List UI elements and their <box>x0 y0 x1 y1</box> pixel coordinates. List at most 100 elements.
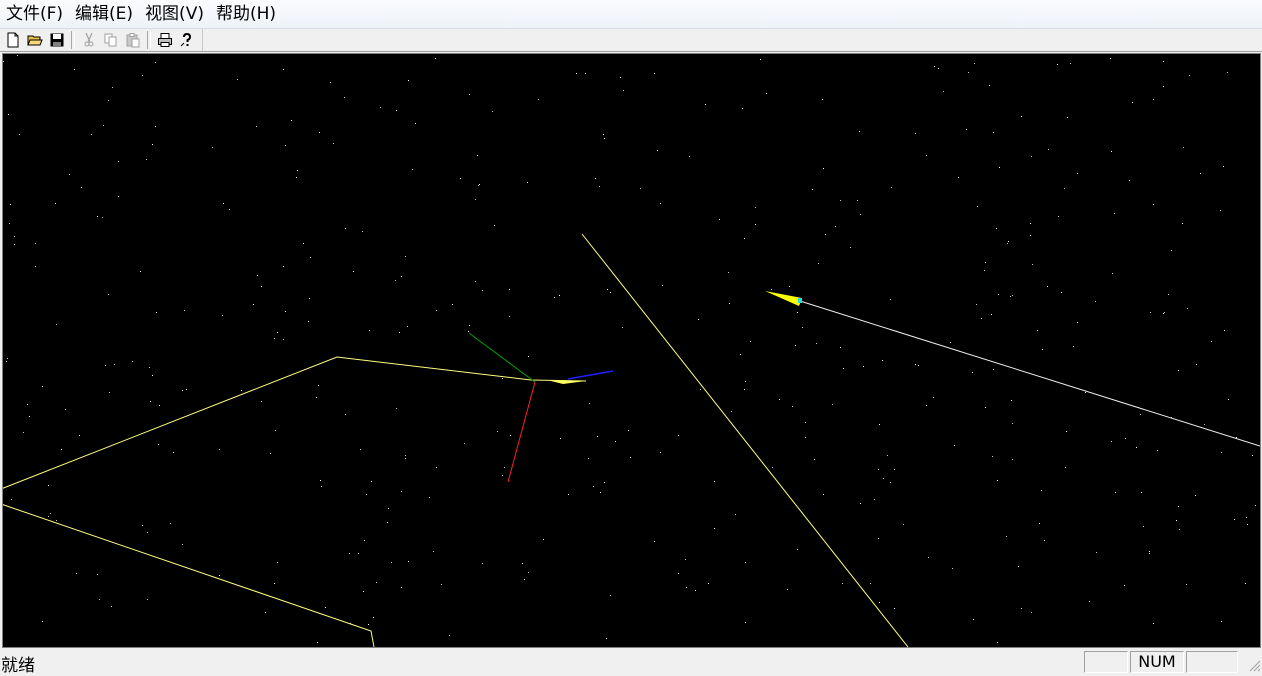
3d-viewport[interactable] <box>2 53 1261 648</box>
star <box>155 126 156 127</box>
star <box>1041 490 1042 491</box>
star <box>606 638 607 639</box>
menu-edit[interactable]: 编辑(E) <box>69 0 139 28</box>
save-icon <box>50 33 64 47</box>
status-pane-scroll <box>1186 651 1238 673</box>
star <box>883 478 884 479</box>
menu-help[interactable]: 帮助(H) <box>210 0 282 28</box>
star <box>349 553 350 554</box>
star <box>494 225 495 226</box>
star <box>604 482 605 483</box>
star <box>554 297 555 298</box>
menu-view[interactable]: 视图(V) <box>139 0 210 28</box>
star <box>10 204 11 205</box>
print-button[interactable] <box>154 29 176 51</box>
star <box>1124 585 1125 586</box>
star <box>1012 295 1013 296</box>
star <box>698 319 699 320</box>
star <box>182 390 183 391</box>
star <box>408 561 409 562</box>
star <box>843 368 844 369</box>
star <box>401 276 402 277</box>
star <box>731 411 732 412</box>
star <box>345 414 346 415</box>
star <box>850 247 851 248</box>
star <box>662 285 663 286</box>
star <box>779 399 780 400</box>
star <box>1187 308 1188 309</box>
star <box>991 314 992 315</box>
star <box>999 167 1000 168</box>
star <box>760 59 761 60</box>
star <box>222 315 223 316</box>
star <box>1030 235 1031 236</box>
star <box>132 361 133 362</box>
star <box>993 369 994 370</box>
star <box>502 378 503 379</box>
star <box>528 356 529 357</box>
star <box>48 516 49 517</box>
star <box>283 69 284 70</box>
star <box>1042 349 1043 350</box>
star <box>142 525 143 526</box>
star <box>805 422 806 423</box>
star <box>654 73 655 74</box>
star <box>840 347 841 348</box>
star <box>832 404 833 405</box>
star <box>152 375 153 376</box>
star <box>435 58 436 59</box>
star <box>253 304 254 305</box>
star <box>482 563 483 564</box>
paste-button[interactable] <box>122 29 144 51</box>
star <box>695 590 696 591</box>
star <box>405 458 406 459</box>
scene-canvas[interactable] <box>3 54 1260 647</box>
new-file-button[interactable] <box>2 29 24 51</box>
star <box>950 342 951 343</box>
help-icon <box>180 32 192 47</box>
star <box>1186 584 1187 585</box>
help-button[interactable] <box>176 29 198 51</box>
star <box>1178 370 1179 371</box>
star <box>604 138 605 139</box>
star <box>728 272 729 273</box>
open-button[interactable] <box>24 29 46 51</box>
star <box>1153 623 1154 624</box>
star <box>256 126 257 127</box>
star <box>1030 223 1031 224</box>
star <box>436 310 437 311</box>
star <box>755 224 756 225</box>
star <box>405 455 406 456</box>
star <box>475 281 476 282</box>
star <box>700 389 701 390</box>
star <box>441 584 442 585</box>
resize-grip-icon[interactable] <box>1244 655 1262 673</box>
spacecraft-icon <box>765 291 802 306</box>
star <box>735 514 736 515</box>
star <box>380 107 381 108</box>
star <box>396 408 397 409</box>
star <box>890 482 891 483</box>
cut-button[interactable] <box>78 29 100 51</box>
star <box>805 437 806 438</box>
star <box>1132 102 1133 103</box>
star <box>479 184 480 185</box>
star <box>816 343 817 344</box>
star <box>186 389 187 390</box>
star <box>797 549 798 550</box>
star <box>857 200 858 201</box>
star <box>1255 505 1256 506</box>
star <box>559 295 560 296</box>
menu-file[interactable]: 文件(F) <box>0 0 69 28</box>
star <box>149 367 150 368</box>
star <box>29 416 30 417</box>
star <box>50 513 51 514</box>
menu-bar: 文件(F) 编辑(E) 视图(V) 帮助(H) <box>0 0 1262 29</box>
status-pane-caps <box>1084 651 1128 673</box>
star <box>997 480 998 481</box>
copy-button[interactable] <box>100 29 122 51</box>
star <box>303 243 304 244</box>
star <box>610 595 611 596</box>
save-button[interactable] <box>46 29 68 51</box>
star <box>449 635 450 636</box>
